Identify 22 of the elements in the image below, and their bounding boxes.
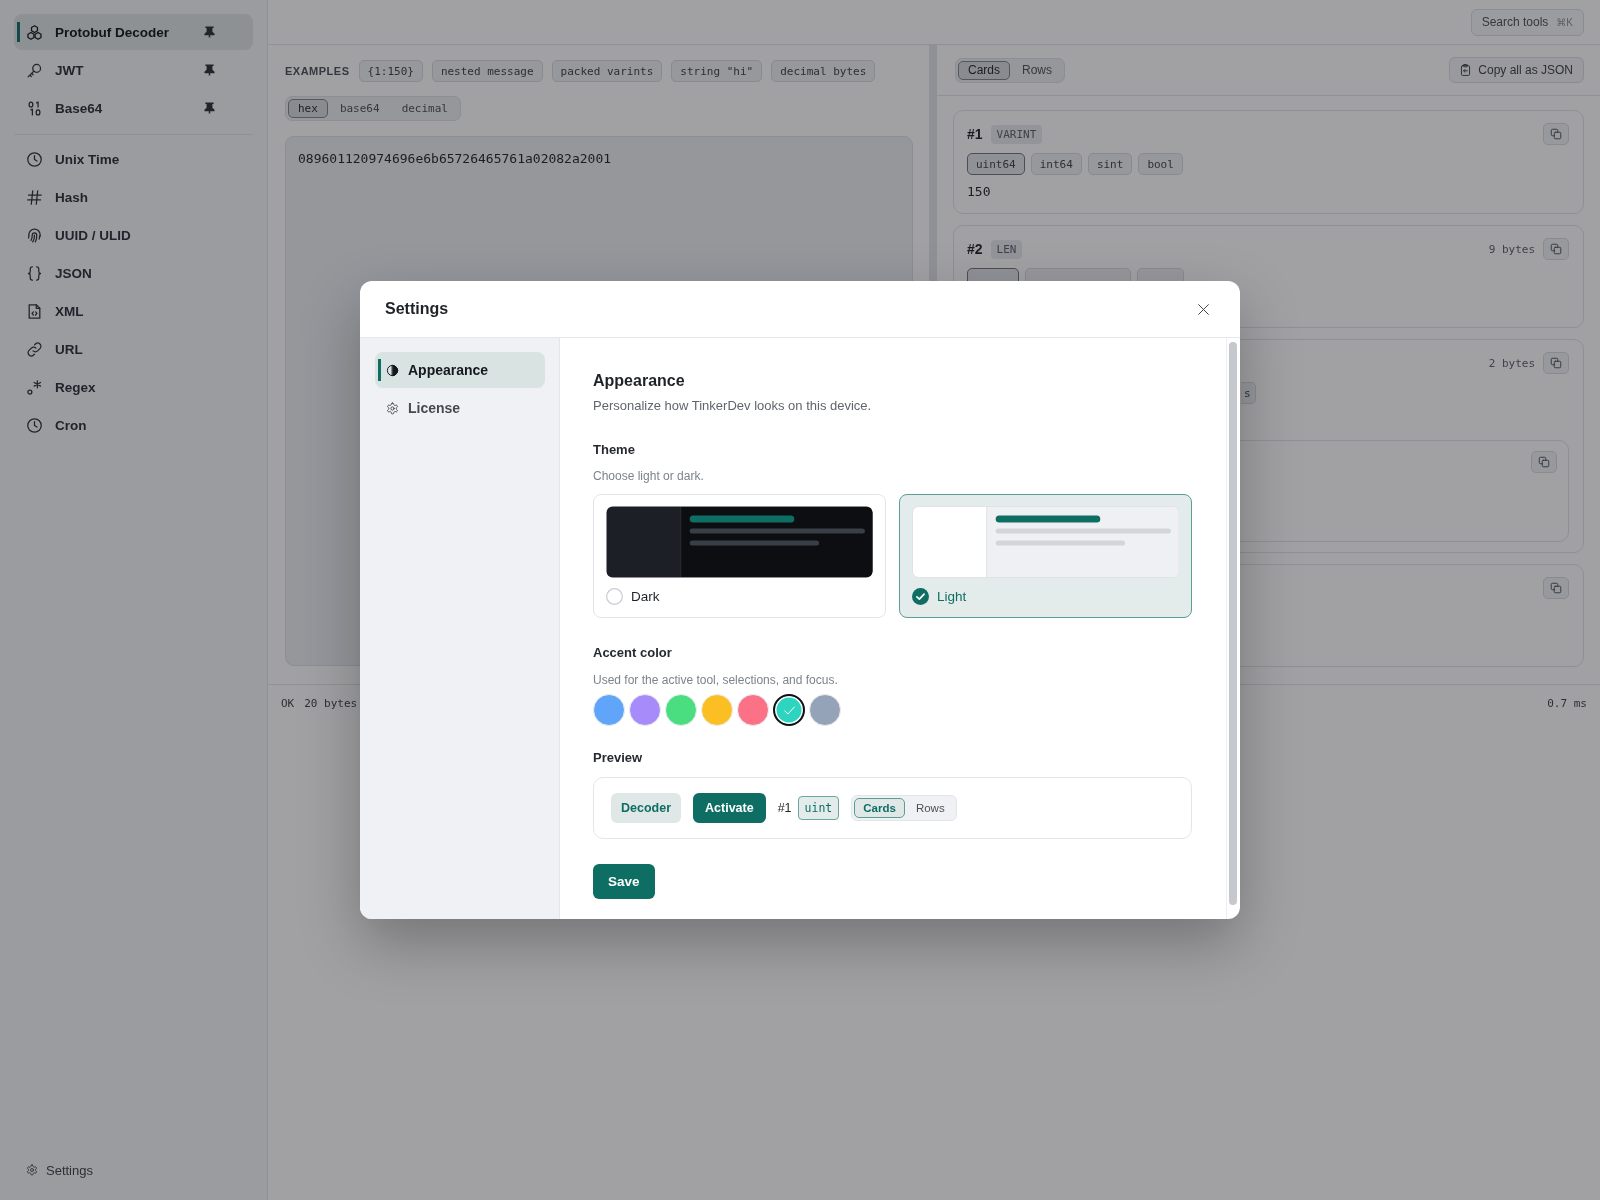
section-heading: Appearance — [593, 371, 686, 391]
byte-count: 20 bytes — [304, 697, 358, 710]
tool-chip: Decoder — [611, 793, 682, 823]
wire-type-tag: VARINT — [990, 124, 1043, 144]
examples-label: EXAMPLES — [285, 65, 350, 77]
wire-type-tag: LEN — [990, 239, 1023, 259]
byte-size: 9 bytes — [1488, 242, 1535, 256]
type-chip: uint — [797, 796, 840, 820]
theme-hint: Choose light or dark. — [593, 468, 705, 484]
field-value: 150 — [967, 183, 991, 201]
field-number: #1 — [967, 126, 983, 142]
accent-hint: Used for the active tool, selections, and focus. — [593, 672, 839, 688]
field-number: #1 — [777, 801, 792, 815]
byte-size: 2 bytes — [1488, 356, 1535, 370]
decode-time: 0.7 ms — [1547, 697, 1587, 710]
status-text: OK — [281, 697, 295, 710]
preview-label: Preview — [593, 749, 644, 767]
theme-label: Theme — [593, 441, 636, 459]
dialog-title: Settings — [385, 300, 449, 318]
section-description: Personalize how TinkerDev looks on this device. — [593, 397, 873, 415]
field-number: #2 — [967, 241, 983, 257]
accent-label: Accent color — [593, 644, 673, 662]
